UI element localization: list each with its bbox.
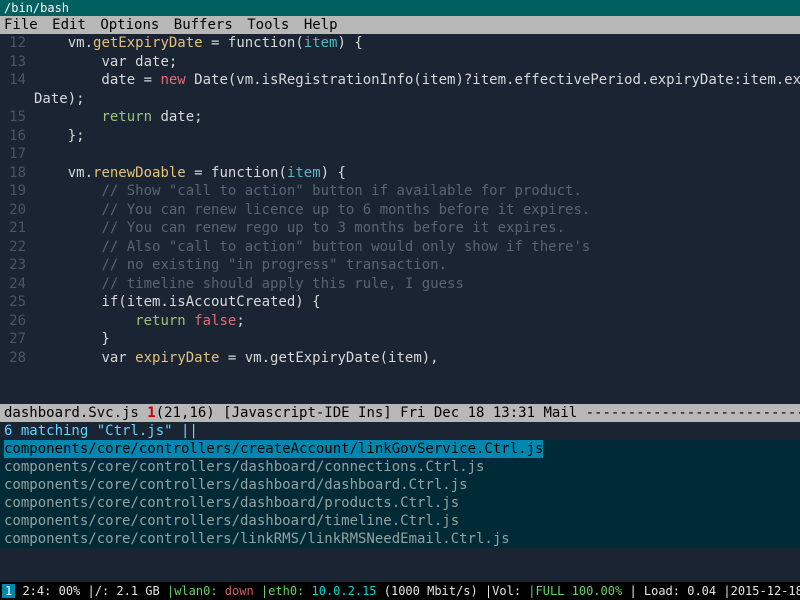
line-number: 13 bbox=[0, 53, 34, 72]
helm-buffer[interactable]: 6 matching "Ctrl.js" || components/core/… bbox=[0, 422, 800, 548]
code-line[interactable]: 13 var date; bbox=[0, 53, 800, 72]
code-line[interactable]: 22 // Also "call to action" button would… bbox=[0, 238, 800, 257]
helm-candidate[interactable]: components/core/controllers/dashboard/pr… bbox=[0, 494, 800, 512]
helm-header: 6 matching "Ctrl.js" || bbox=[0, 422, 800, 440]
menu-edit[interactable]: Edit bbox=[52, 17, 86, 33]
helm-candidate[interactable]: components/core/controllers/linkRMS/link… bbox=[0, 530, 800, 548]
code-line[interactable]: 28 var expiryDate = vm.getExpiryDate(ite… bbox=[0, 349, 800, 368]
menu-tools[interactable]: Tools bbox=[247, 17, 289, 33]
helm-candidate[interactable]: components/core/controllers/dashboard/ti… bbox=[0, 512, 800, 530]
line-number: 28 bbox=[0, 349, 34, 368]
code-content[interactable]: vm.renewDoable = function(item) { bbox=[34, 164, 800, 183]
i3-statusbar: 1 2:4 : 00% |/: 2.1 GB |wlan0: down |eth… bbox=[0, 582, 800, 600]
menu-help[interactable]: Help bbox=[304, 17, 338, 33]
helm-candidate[interactable]: components/core/controllers/dashboard/co… bbox=[0, 458, 800, 476]
code-content[interactable]: if(item.isAccoutCreated) { bbox=[34, 293, 800, 312]
line-number: 24 bbox=[0, 275, 34, 294]
helm-candidate[interactable]: components/core/controllers/dashboard/da… bbox=[0, 476, 800, 494]
code-line[interactable]: 19 // Show "call to action" button if av… bbox=[0, 182, 800, 201]
modeline: dashboard.Svc.js 1(21,16) [Javascript-ID… bbox=[0, 404, 800, 422]
code-line[interactable]: 14 date = new Date(vm.isRegistrationInfo… bbox=[0, 71, 800, 90]
terminal-title: /bin/bash bbox=[0, 0, 800, 16]
line-number: 12 bbox=[0, 34, 34, 53]
code-content[interactable]: // Show "call to action" button if avail… bbox=[34, 182, 800, 201]
line-number: 15 bbox=[0, 108, 34, 127]
code-line[interactable]: 17 bbox=[0, 145, 800, 164]
line-number: 21 bbox=[0, 219, 34, 238]
code-line[interactable]: 21 // You can renew rego up to 3 months … bbox=[0, 219, 800, 238]
code-line[interactable]: 25 if(item.isAccoutCreated) { bbox=[0, 293, 800, 312]
line-number: 22 bbox=[0, 238, 34, 257]
line-number: 26 bbox=[0, 312, 34, 331]
code-line[interactable]: 16 }; bbox=[0, 127, 800, 146]
code-content[interactable]: } bbox=[34, 330, 800, 349]
code-content[interactable]: // timeline should apply this rule, I gu… bbox=[34, 275, 800, 294]
code-line[interactable]: 15 return date; bbox=[0, 108, 800, 127]
code-content[interactable]: return date; bbox=[34, 108, 800, 127]
line-number: 19 bbox=[0, 182, 34, 201]
code-content[interactable]: Date); bbox=[34, 90, 800, 109]
code-content[interactable]: var date; bbox=[34, 53, 800, 72]
helm-candidate[interactable]: components/core/controllers/createAccoun… bbox=[0, 440, 800, 458]
code-line[interactable]: 24 // timeline should apply this rule, I… bbox=[0, 275, 800, 294]
code-content[interactable]: // no existing "in progress" transaction… bbox=[34, 256, 800, 275]
code-line[interactable]: 23 // no existing "in progress" transact… bbox=[0, 256, 800, 275]
line-number: 27 bbox=[0, 330, 34, 349]
code-content[interactable]: return false; bbox=[34, 312, 800, 331]
emacs-menubar: File Edit Options Buffers Tools Help bbox=[0, 16, 800, 34]
menu-options[interactable]: Options bbox=[100, 17, 159, 33]
code-content[interactable]: // You can renew licence up to 6 months … bbox=[34, 201, 800, 220]
line-number bbox=[0, 90, 34, 109]
line-number: 23 bbox=[0, 256, 34, 275]
menu-buffers[interactable]: Buffers bbox=[174, 17, 233, 33]
code-line[interactable]: 12 vm.getExpiryDate = function(item) { bbox=[0, 34, 800, 53]
code-content[interactable]: vm.getExpiryDate = function(item) { bbox=[34, 34, 800, 53]
code-editor[interactable]: 12 vm.getExpiryDate = function(item) {13… bbox=[0, 34, 800, 404]
code-line[interactable]: 18 vm.renewDoable = function(item) { bbox=[0, 164, 800, 183]
workspace-badge[interactable]: 1 bbox=[2, 584, 15, 598]
menu-file[interactable]: File bbox=[4, 17, 38, 33]
line-number: 25 bbox=[0, 293, 34, 312]
line-number: 14 bbox=[0, 71, 34, 90]
code-content[interactable]: var expiryDate = vm.getExpiryDate(item), bbox=[34, 349, 800, 368]
code-line[interactable]: 27 } bbox=[0, 330, 800, 349]
line-number: 17 bbox=[0, 145, 34, 164]
line-number: 16 bbox=[0, 127, 34, 146]
code-content[interactable]: date = new Date(vm.isRegistrationInfo(it… bbox=[34, 71, 800, 90]
code-content[interactable]: }; bbox=[34, 127, 800, 146]
code-content[interactable] bbox=[34, 145, 800, 164]
code-line[interactable]: 20 // You can renew licence up to 6 mont… bbox=[0, 201, 800, 220]
code-content[interactable]: // You can renew rego up to 3 months bef… bbox=[34, 219, 800, 238]
line-number: 20 bbox=[0, 201, 34, 220]
minibuffer[interactable] bbox=[0, 548, 800, 582]
code-content[interactable]: // Also "call to action" button would on… bbox=[34, 238, 800, 257]
code-line[interactable]: Date); bbox=[0, 90, 800, 109]
code-line[interactable]: 26 return false; bbox=[0, 312, 800, 331]
line-number: 18 bbox=[0, 164, 34, 183]
